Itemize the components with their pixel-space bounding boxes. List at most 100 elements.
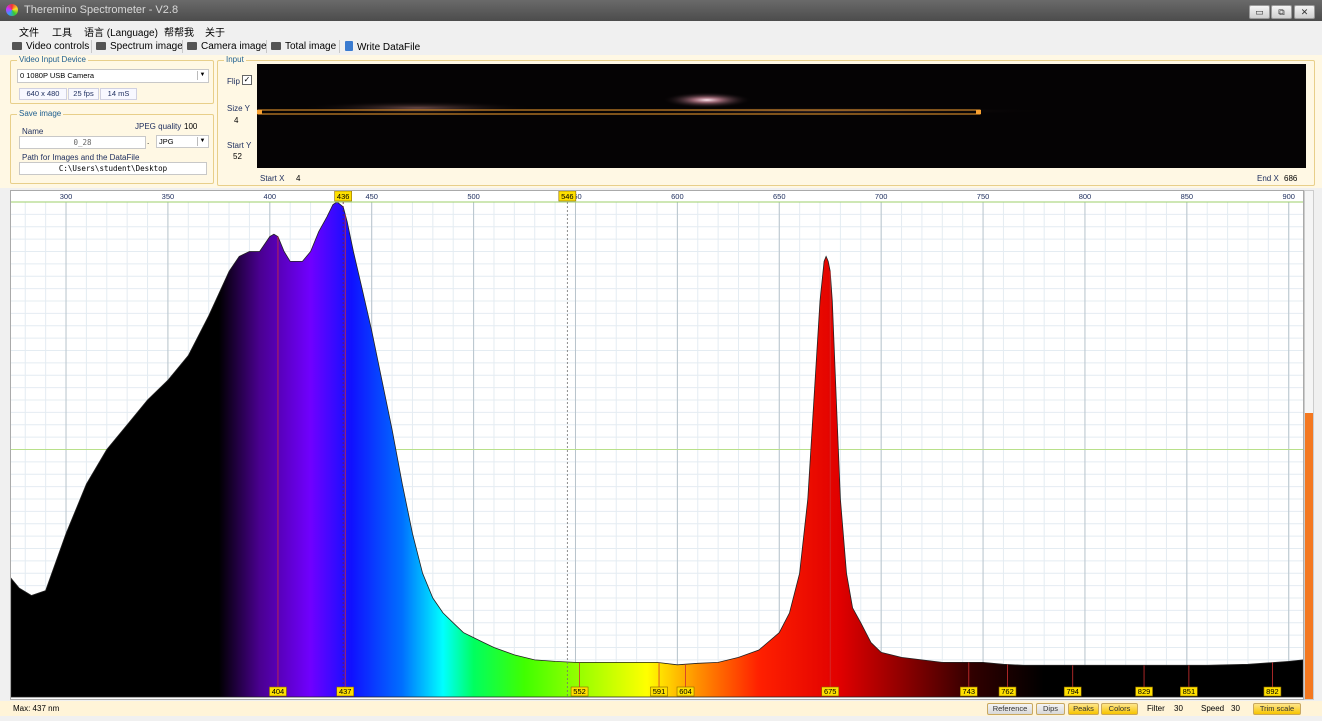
x-tick-label: 350 — [162, 192, 175, 201]
toolbar-separator — [91, 40, 92, 53]
peak-label: 437 — [339, 687, 352, 696]
peak-label: 675 — [824, 687, 837, 696]
x-tick-label: 500 — [467, 192, 480, 201]
x-tick-label: 300 — [60, 192, 73, 201]
start-x-value[interactable]: 4 — [296, 174, 300, 183]
x-tick-label: 700 — [875, 192, 888, 201]
video-device-value: 0 1080P USB Camera — [20, 71, 95, 80]
speed-value[interactable]: 30 — [1231, 704, 1240, 713]
menu-help[interactable]: 帮帮我 — [164, 24, 194, 39]
filter-value[interactable]: 30 — [1174, 704, 1183, 713]
fps-cell[interactable]: 25 fps — [68, 88, 99, 100]
chevron-down-icon: ▼ — [197, 71, 207, 80]
start-y-value[interactable]: 52 — [233, 152, 242, 161]
camera-image-button[interactable]: Camera image — [187, 41, 267, 52]
colors-button[interactable]: Colors — [1101, 703, 1138, 715]
peak-label: 851 — [1183, 687, 1196, 696]
save-image-group: Save image Name JPEG quality 100 0_28 . … — [10, 109, 214, 184]
x-tick-label: 850 — [1181, 192, 1194, 201]
x-axis-strip — [11, 191, 1303, 202]
toolbar-separator — [266, 40, 267, 53]
menu-language[interactable]: 语言 (Language) — [84, 24, 158, 39]
peak-label: 762 — [1001, 687, 1014, 696]
input-label: Input — [224, 55, 246, 64]
menu-bar: 文件 工具 语言 (Language) 帮帮我 关于 — [0, 21, 1322, 39]
toolbar-separator — [339, 40, 340, 53]
x-tick-label: 450 — [365, 192, 378, 201]
dips-button[interactable]: Dips — [1036, 703, 1065, 715]
toolbar-separator — [182, 40, 183, 53]
flip-label: Flip — [227, 77, 240, 86]
x-tick-label: 650 — [773, 192, 786, 201]
end-x-value[interactable]: 686 — [1284, 174, 1297, 183]
app-logo-icon — [6, 4, 18, 16]
window-title: Theremino Spectrometer - V2.8 — [24, 4, 179, 16]
reference-button[interactable]: Reference — [987, 703, 1033, 715]
filter-label: Filter — [1147, 704, 1165, 713]
size-y-value[interactable]: 4 — [234, 116, 238, 125]
camera-icon — [12, 42, 22, 50]
camera-icon — [271, 42, 281, 50]
extension-dot: . — [147, 137, 150, 146]
peak-label: 591 — [653, 687, 666, 696]
start-x-label: Start X — [260, 174, 285, 183]
file-icon — [345, 41, 353, 51]
intensity-scrollbar[interactable] — [1304, 190, 1314, 700]
chevron-down-icon: ▼ — [197, 137, 207, 146]
peak-label: 892 — [1266, 687, 1279, 696]
path-field[interactable]: C:\Users\student\Desktop — [19, 162, 207, 175]
end-x-label: End X — [1257, 174, 1279, 183]
path-label: Path for Images and the DataFile — [22, 153, 140, 162]
write-datafile-button[interactable]: Write DataFile — [345, 41, 420, 53]
menu-tools[interactable]: 工具 — [52, 24, 72, 39]
flip-checkbox[interactable]: ✓ — [242, 75, 252, 85]
menu-file[interactable]: 文件 — [19, 24, 39, 39]
camera-icon — [96, 42, 106, 50]
app-window: Theremino Spectrometer - V2.8 ▭ ⧉ ✕ 文件 工… — [0, 0, 1322, 721]
spectrum-graph[interactable]: 3003504004505005506006507007508008509004… — [10, 190, 1304, 700]
status-bar: Max: 437 nm Reference Dips Peaks Colors … — [0, 701, 1322, 716]
peak-label: 829 — [1138, 687, 1151, 696]
size-y-label: Size Y — [227, 104, 250, 113]
video-input-label: Video Input Device — [17, 55, 89, 64]
video-device-select[interactable]: 0 1080P USB Camera ▼ — [17, 69, 209, 83]
video-input-group: Video Input Device 0 1080P USB Camera ▼ … — [10, 55, 214, 104]
format-select[interactable]: JPG ▼ — [156, 135, 209, 148]
camera-frame-image — [257, 64, 1306, 168]
exposure-cell[interactable]: 14 mS — [100, 88, 137, 100]
restore-button[interactable]: ⧉ — [1271, 5, 1292, 19]
video-controls-button[interactable]: Video controls — [12, 41, 89, 52]
toolbar: Video controls Spectrum image Camera ima… — [0, 38, 1322, 56]
peak-label: 552 — [573, 687, 586, 696]
format-value: JPG — [159, 137, 174, 146]
resolution-cell[interactable]: 640 x 480 — [19, 88, 67, 100]
scan-handle[interactable] — [257, 110, 262, 114]
start-y-label: Start Y — [227, 141, 252, 150]
cursor-label[interactable]: 436 — [337, 192, 350, 201]
cursor-label[interactable]: 546 — [561, 192, 574, 201]
jpeg-quality-label: JPEG quality — [135, 122, 182, 131]
camera-input-view[interactable] — [257, 64, 1306, 168]
close-button[interactable]: ✕ — [1294, 5, 1315, 19]
total-image-button[interactable]: Total image — [271, 41, 336, 52]
image-name-field[interactable]: 0_28 — [19, 136, 146, 149]
x-tick-label: 600 — [671, 192, 684, 201]
spectrum-chart[interactable]: 3003504004505005506006507007508008509004… — [11, 191, 1303, 699]
minimize-button[interactable]: ▭ — [1249, 5, 1270, 19]
intensity-bar[interactable] — [1305, 413, 1313, 699]
max-readout: Max: 437 nm — [13, 704, 60, 713]
trim-scale-button[interactable]: Trim scale — [1253, 703, 1301, 715]
speed-label: Speed — [1201, 704, 1225, 713]
spectrum-image-button[interactable]: Spectrum image — [96, 41, 183, 52]
peak-label: 743 — [963, 687, 976, 696]
x-tick-label: 750 — [977, 192, 990, 201]
x-tick-label: 800 — [1079, 192, 1092, 201]
peaks-button[interactable]: Peaks — [1068, 703, 1099, 715]
name-label: Name — [22, 127, 44, 136]
x-tick-label: 400 — [264, 192, 277, 201]
jpeg-quality-value[interactable]: 100 — [184, 122, 197, 131]
menu-about[interactable]: 关于 — [205, 24, 225, 39]
camera-icon — [187, 42, 197, 50]
scan-handle[interactable] — [976, 110, 981, 114]
peak-label: 404 — [272, 687, 285, 696]
